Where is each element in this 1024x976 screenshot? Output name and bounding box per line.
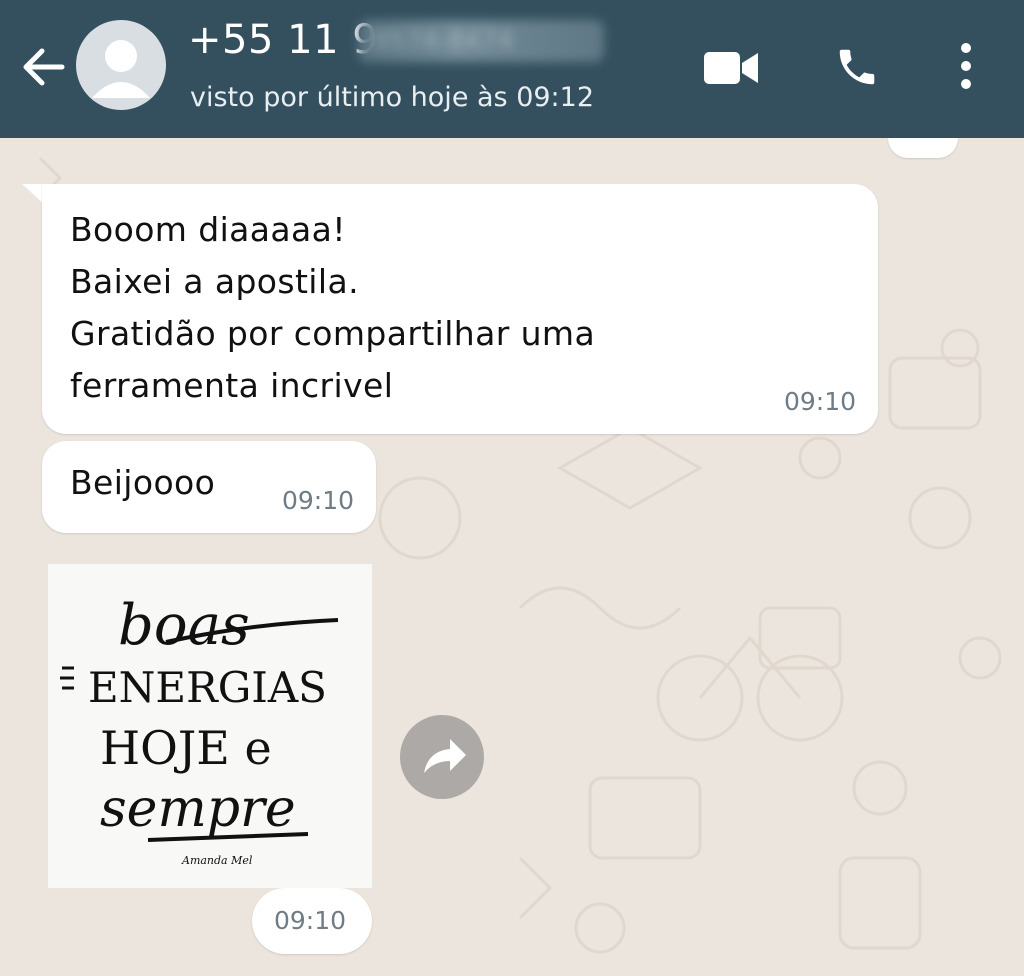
forward-icon: [424, 739, 466, 773]
image-text-line: ENERGIAS: [88, 663, 327, 712]
avatar-icon: [92, 40, 150, 98]
image-content: boas ENERGIAS HOJE e sempre Amanda Mel: [60, 593, 339, 867]
redacted-number: 9574-8474: [358, 20, 604, 62]
forward-button[interactable]: [400, 715, 484, 799]
more-options-icon[interactable]: [956, 42, 976, 90]
message-text: Beijoooo: [70, 463, 216, 502]
image-text-line: HOJE e: [100, 721, 272, 775]
message-timestamp: 09:10: [274, 906, 347, 935]
chat-header: +55 11 9 9574-8474 visto por último hoje…: [0, 0, 1024, 138]
message-line: ferramenta incrivel: [70, 366, 394, 405]
message-line: Booom diaaaaa!: [70, 210, 346, 249]
previous-message-edge: [888, 138, 958, 158]
message-timestamp: 09:10: [783, 387, 856, 416]
incoming-message[interactable]: Beijoooo 09:10: [42, 441, 376, 533]
image-signature: Amanda Mel: [181, 854, 253, 867]
image-text-line: sempre: [100, 779, 296, 839]
image-timestamp-chip: 09:10: [252, 888, 372, 954]
contact-number[interactable]: +55 11 9: [188, 14, 378, 66]
image-text-line: boas: [118, 593, 250, 658]
message-line: Baixei a apostila.: [70, 262, 359, 301]
back-arrow-icon[interactable]: [18, 42, 68, 92]
phone-call-icon[interactable]: [834, 44, 880, 90]
contact-avatar[interactable]: [76, 20, 166, 110]
last-seen-status: visto por último hoje às 09:12: [190, 82, 595, 113]
incoming-message[interactable]: Booom diaaaaa! Baixei a apostila. Gratid…: [42, 184, 878, 434]
message-text: Booom diaaaaa! Baixei a apostila. Gratid…: [70, 204, 595, 412]
hidden-number-text: 9574-8474: [372, 26, 514, 56]
image-message[interactable]: boas ENERGIAS HOJE e sempre Amanda Mel: [48, 564, 372, 888]
message-timestamp: 09:10: [281, 486, 354, 515]
video-call-icon[interactable]: [704, 50, 758, 86]
message-line: Gratidão por compartilhar uma: [70, 314, 596, 353]
